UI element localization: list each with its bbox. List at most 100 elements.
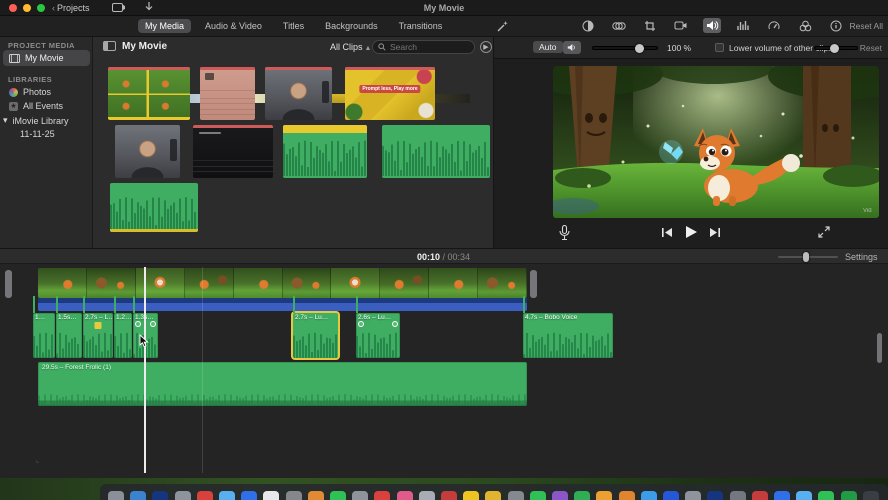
volume-slider[interactable] [592, 44, 658, 53]
dock-app-icon[interactable] [307, 491, 324, 500]
dock-app-icon[interactable] [152, 491, 169, 500]
lower-volume-slider[interactable] [814, 44, 858, 53]
disclosure-chevron-icon[interactable]: ▾ [3, 115, 8, 126]
playhead[interactable] [144, 267, 146, 473]
timeline-clip[interactable]: 1.5s… [56, 313, 82, 358]
fade-handle[interactable] [150, 321, 156, 327]
sidebar-toggle-icon[interactable] [103, 41, 116, 51]
media-thumbnail-screen-recording[interactable] [193, 125, 273, 178]
dock-app-icon[interactable] [729, 491, 746, 500]
timeline-zoom-slider[interactable] [778, 252, 838, 262]
crop-icon[interactable] [641, 18, 659, 33]
dock-app-icon[interactable] [529, 491, 546, 500]
dock-app-icon[interactable] [751, 491, 768, 500]
dock-app-icon[interactable] [507, 491, 524, 500]
timeline-clip[interactable]: 1.2… [114, 313, 132, 358]
lower-volume-checkbox[interactable] [715, 43, 724, 52]
tab-transitions[interactable]: Transitions [392, 19, 450, 33]
dock-app-icon[interactable] [618, 491, 635, 500]
sidebar-item-imovie-library[interactable]: ▾ iMovie Library [3, 115, 69, 126]
sidebar-item-library-date[interactable]: 11-11-25 [20, 129, 55, 139]
dock-app-icon[interactable] [108, 491, 124, 500]
dock-app-icon[interactable] [596, 491, 613, 500]
dock-app-icon[interactable] [441, 491, 457, 500]
timeline-clip-selected[interactable]: 2.7s – Lu… [293, 313, 338, 358]
dock-app-icon[interactable] [285, 491, 302, 500]
dock-app-icon[interactable] [485, 491, 502, 500]
dock-app-icon[interactable] [663, 491, 679, 500]
dock-app-icon[interactable] [862, 491, 879, 500]
dock-app-icon[interactable] [330, 491, 346, 500]
noise-reduction-icon[interactable] [734, 18, 752, 33]
dock-app-icon[interactable] [241, 491, 258, 500]
tab-titles[interactable]: Titles [276, 19, 311, 33]
dock-app-icon[interactable] [196, 491, 213, 500]
tab-audio-video[interactable]: Audio & Video [198, 19, 269, 33]
trim-handle-right[interactable] [530, 270, 537, 298]
media-thumbnail-audio[interactable] [382, 125, 490, 178]
trim-handle-left[interactable] [5, 270, 12, 298]
timeline-clip[interactable]: 1… [33, 313, 55, 358]
volume-icon[interactable] [703, 18, 721, 33]
tab-backgrounds[interactable]: Backgrounds [318, 19, 385, 33]
dock-app-icon[interactable] [219, 491, 235, 500]
volume-slider-knob[interactable] [635, 44, 644, 53]
auto-enhance-wand-icon[interactable] [497, 20, 509, 32]
dock-app-icon[interactable] [774, 491, 790, 500]
dock-app-icon[interactable] [840, 491, 857, 500]
speed-icon[interactable] [765, 18, 783, 33]
play-button[interactable] [684, 225, 698, 239]
vertical-scrollbar[interactable] [877, 333, 882, 363]
clip-info-icon[interactable] [827, 18, 845, 33]
color-correction-icon[interactable] [610, 18, 628, 33]
clip-filter-icon[interactable] [796, 18, 814, 33]
dock-app-icon[interactable] [130, 491, 147, 500]
dock-app-icon[interactable] [707, 491, 724, 500]
browser-forward-button[interactable]: ▶ [480, 41, 492, 53]
video-audio-waveform-bar[interactable] [38, 298, 527, 311]
dock-app-icon[interactable] [418, 491, 435, 500]
dock-app-icon[interactable] [463, 491, 480, 500]
dock-app-icon[interactable] [552, 491, 568, 500]
media-thumbnail-audio[interactable] [283, 125, 367, 178]
media-thumbnail-document[interactable] [200, 67, 255, 120]
reset-all-button[interactable]: Reset All [849, 21, 883, 31]
color-balance-icon[interactable] [579, 18, 597, 33]
timeline-clip[interactable]: 2.6s – Lu… [356, 313, 400, 358]
dock-app-icon[interactable] [796, 491, 813, 500]
auto-volume-button[interactable]: Auto [533, 41, 563, 53]
media-thumbnail-fox-grid[interactable] [108, 67, 190, 120]
sidebar-item-my-movie[interactable]: My Movie [3, 50, 90, 66]
media-thumbnail-promo[interactable]: Prompt less, Play more [345, 67, 435, 120]
zoom-slider-knob[interactable] [803, 252, 809, 262]
fullscreen-expand-icon[interactable] [818, 226, 830, 238]
search-input[interactable]: Search [372, 40, 475, 54]
fade-handle[interactable] [392, 321, 398, 327]
fade-handle[interactable] [358, 321, 364, 327]
stabilization-icon[interactable] [672, 18, 690, 33]
media-thumbnail-webcam[interactable] [115, 125, 180, 178]
dock-app-icon[interactable] [396, 491, 413, 500]
reset-volume-button[interactable]: Reset [860, 43, 882, 53]
mute-speaker-button[interactable] [563, 41, 581, 54]
sidebar-item-photos[interactable]: Photos [9, 87, 51, 97]
dock-app-icon[interactable] [374, 491, 391, 500]
dock-app-icon[interactable] [352, 491, 369, 500]
dock-app-icon[interactable] [263, 491, 280, 500]
media-thumbnail-webcam[interactable] [265, 67, 332, 120]
dock-app-icon[interactable] [818, 491, 835, 500]
video-filmstrip[interactable] [38, 268, 527, 298]
sidebar-item-all-events[interactable]: ★ All Events [9, 101, 63, 111]
skip-forward-button[interactable] [709, 227, 720, 238]
dock-app-icon[interactable] [174, 491, 191, 500]
tab-my-media[interactable]: My Media [138, 19, 192, 33]
timeline-clip[interactable]: 2.7s – L… [83, 313, 113, 358]
fade-handle[interactable] [135, 321, 141, 327]
background-music-clip[interactable]: 29.5s – Forest Frolic (1) [38, 362, 527, 406]
lower-volume-knob[interactable] [830, 44, 839, 53]
timeline-clip[interactable]: 4.7s – Bobo Voice [523, 313, 613, 358]
dock-app-icon[interactable] [640, 491, 657, 500]
timeline-settings-button[interactable]: Settings [845, 252, 878, 262]
media-thumbnail-audio[interactable] [110, 183, 198, 232]
dock-app-icon[interactable] [685, 491, 702, 500]
